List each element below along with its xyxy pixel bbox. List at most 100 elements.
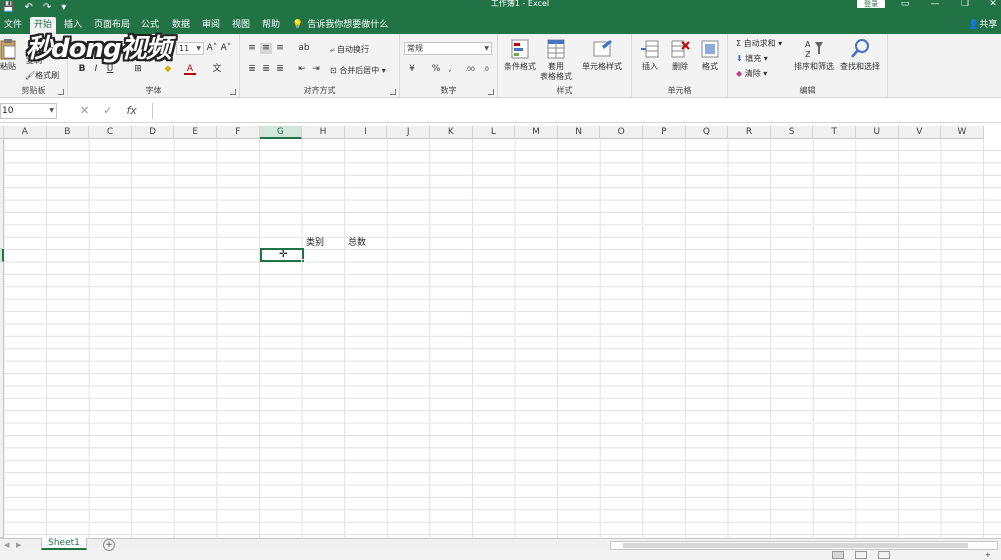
bold-icon[interactable]: B bbox=[76, 64, 88, 75]
redo-icon[interactable]: ↷ bbox=[43, 2, 51, 13]
column-header-r[interactable]: R bbox=[728, 126, 771, 139]
normal-view-icon[interactable] bbox=[832, 551, 844, 559]
clear-button[interactable]: ◆ 清除 ▾ bbox=[736, 68, 767, 79]
scrollbar-thumb[interactable] bbox=[623, 543, 968, 548]
column-header-q[interactable]: Q bbox=[685, 126, 729, 139]
column-header-a[interactable]: A bbox=[4, 126, 47, 139]
align-top-icon[interactable]: ≡ bbox=[246, 43, 258, 54]
column-header-k[interactable]: K bbox=[430, 126, 473, 139]
align-center-icon[interactable]: ≣ bbox=[260, 64, 272, 75]
login-button[interactable]: 登录 bbox=[857, 0, 885, 8]
column-header-i[interactable]: I bbox=[344, 126, 388, 139]
tab-help[interactable]: 帮助 bbox=[258, 17, 284, 34]
font-color-icon[interactable]: A bbox=[184, 64, 196, 75]
number-format-select[interactable]: 常规 ▼ bbox=[404, 42, 492, 55]
cancel-icon[interactable]: ✕ bbox=[80, 103, 89, 119]
font-size-select[interactable]: 11 ▼ bbox=[176, 42, 204, 55]
column-header-b[interactable]: B bbox=[46, 126, 90, 139]
formula-input[interactable] bbox=[152, 103, 1001, 119]
decrease-decimal-icon[interactable]: .0 bbox=[480, 64, 492, 75]
column-header-e[interactable]: E bbox=[174, 126, 217, 139]
horizontal-scrollbar[interactable] bbox=[610, 541, 998, 550]
share-button[interactable]: 👤共享 bbox=[968, 17, 997, 33]
border-icon[interactable]: ⊞ bbox=[132, 64, 144, 75]
next-sheet-icon[interactable]: ▶ bbox=[16, 539, 21, 551]
column-header-o[interactable]: O bbox=[600, 126, 643, 139]
cell-styles-button[interactable]: 单元格样式 bbox=[582, 38, 622, 72]
italic-icon[interactable]: I bbox=[90, 64, 102, 75]
autosum-button[interactable]: Σ 自动求和 ▾ bbox=[736, 38, 782, 49]
column-header-g[interactable]: G bbox=[259, 126, 303, 139]
column-header-j[interactable]: J bbox=[387, 126, 430, 139]
insert-function-icon[interactable]: fx bbox=[126, 103, 136, 119]
column-header-t[interactable]: T bbox=[813, 126, 856, 139]
merge-center-button[interactable]: ⊡ 合并后居中 ▾ bbox=[330, 65, 386, 76]
row-headers-upper[interactable] bbox=[0, 139, 4, 249]
cell-area[interactable] bbox=[4, 139, 1001, 538]
align-bottom-icon[interactable]: ≡ bbox=[274, 43, 286, 54]
add-sheet-icon[interactable]: + bbox=[103, 539, 115, 551]
sheet-tab-sheet1[interactable]: Sheet1 bbox=[41, 538, 87, 550]
comma-icon[interactable]: , bbox=[444, 64, 456, 75]
format-cells-button[interactable]: 格式 bbox=[700, 38, 720, 72]
cell-h-category[interactable]: 类别 bbox=[306, 237, 324, 249]
currency-icon[interactable]: ¥ bbox=[406, 64, 418, 75]
minimize-icon[interactable]: — bbox=[925, 0, 945, 10]
find-select-button[interactable]: 查找和选择 bbox=[840, 38, 880, 72]
enter-icon[interactable]: ✓ bbox=[103, 103, 112, 119]
column-header-w[interactable]: W bbox=[941, 126, 984, 139]
font-launcher-icon[interactable] bbox=[230, 89, 236, 95]
column-header-s[interactable]: S bbox=[770, 126, 814, 139]
column-header-h[interactable]: H bbox=[302, 126, 345, 139]
close-icon[interactable]: ✕ bbox=[983, 0, 1001, 10]
fill-button[interactable]: ⬇ 填充 ▾ bbox=[736, 53, 768, 64]
format-painter-button[interactable]: 🖌格式刷 bbox=[25, 70, 59, 81]
save-icon[interactable]: 💾 bbox=[2, 2, 14, 13]
fill-handle[interactable] bbox=[301, 259, 305, 263]
shrink-font-icon[interactable]: A˅ bbox=[220, 43, 232, 54]
grow-font-icon[interactable]: A˄ bbox=[206, 43, 218, 54]
column-header-l[interactable]: L bbox=[472, 126, 516, 139]
align-left-icon[interactable]: ≣ bbox=[246, 64, 258, 75]
insert-cells-button[interactable]: 插入 bbox=[640, 38, 660, 72]
clipboard-launcher-icon[interactable] bbox=[58, 89, 64, 95]
alignment-launcher-icon[interactable] bbox=[390, 89, 396, 95]
increase-indent-icon[interactable]: ⇥ bbox=[310, 64, 322, 75]
tab-data[interactable]: 数据 bbox=[168, 17, 194, 34]
align-right-icon[interactable]: ≣ bbox=[274, 64, 286, 75]
delete-cells-button[interactable]: 删除 bbox=[670, 38, 690, 72]
number-launcher-icon[interactable] bbox=[488, 89, 494, 95]
column-header-f[interactable]: F bbox=[217, 126, 260, 139]
fill-color-icon[interactable]: ◆ bbox=[162, 64, 174, 75]
orientation-icon[interactable]: ab bbox=[298, 43, 310, 54]
column-header-p[interactable]: P bbox=[643, 126, 686, 139]
undo-icon[interactable]: ↶ bbox=[24, 2, 32, 13]
ribbon-display-options-icon[interactable]: ▭ bbox=[895, 0, 915, 10]
column-header-m[interactable]: M bbox=[515, 126, 558, 139]
row-header-selected[interactable] bbox=[0, 249, 4, 262]
paste-button[interactable]: 粘贴 bbox=[0, 38, 18, 72]
align-middle-icon[interactable]: ≡ bbox=[260, 43, 272, 54]
phonetic-icon[interactable]: 文 bbox=[211, 64, 223, 75]
zoom-level[interactable]: + 100% bbox=[985, 551, 1001, 560]
column-header-v[interactable]: V bbox=[898, 126, 942, 139]
page-layout-view-icon[interactable] bbox=[855, 551, 867, 559]
percent-icon[interactable]: % bbox=[430, 64, 442, 75]
format-as-table-button[interactable]: 套用 表格格式 bbox=[540, 38, 572, 82]
tab-file[interactable]: 文件 bbox=[0, 17, 26, 34]
decrease-indent-icon[interactable]: ⇤ bbox=[296, 64, 308, 75]
underline-icon[interactable]: U bbox=[104, 64, 116, 75]
column-header-n[interactable]: N bbox=[557, 126, 601, 139]
restore-icon[interactable]: ❐ bbox=[955, 0, 975, 10]
prev-sheet-icon[interactable]: ◀ bbox=[4, 539, 9, 551]
column-header-d[interactable]: D bbox=[131, 126, 175, 139]
name-box[interactable]: 10 ▼ bbox=[0, 103, 57, 119]
customize-qat-icon[interactable]: ▾ bbox=[61, 2, 66, 13]
tell-me-search[interactable]: 💡 告诉我你想要做什么 bbox=[292, 17, 388, 33]
cell-i-total[interactable]: 总数 bbox=[348, 237, 366, 249]
wrap-text-button[interactable]: ⤶ 自动换行 bbox=[330, 44, 369, 55]
tab-review[interactable]: 审阅 bbox=[198, 17, 224, 34]
page-break-view-icon[interactable] bbox=[878, 551, 890, 559]
sort-filter-button[interactable]: AZ 排序和筛选 bbox=[794, 38, 834, 72]
column-header-u[interactable]: U bbox=[856, 126, 899, 139]
